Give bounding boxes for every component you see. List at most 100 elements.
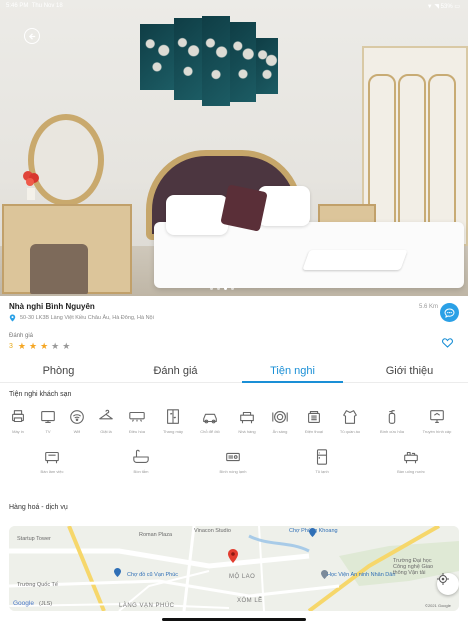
- photo-wall-painting: [230, 22, 256, 102]
- shop-pin-icon: [114, 568, 121, 577]
- amenity-label: Giặt là: [100, 429, 112, 434]
- water-heater-icon: [223, 448, 243, 466]
- home-indicator[interactable]: [162, 618, 306, 621]
- printer-icon: [8, 408, 28, 426]
- amenity-label: Truyền hình cáp: [422, 429, 452, 434]
- amenity-label: Tủ lạnh: [315, 469, 329, 474]
- services-title: Hàng hoá - dịch vụ: [9, 504, 68, 511]
- photo-wall-painting: [202, 16, 230, 106]
- map-label-cho-van-phuc: Chợ đồ cũ Vạn Phúc: [127, 572, 178, 578]
- amenity-item: Chỗ để ôtô: [190, 408, 230, 434]
- photo-cushion: [220, 184, 268, 232]
- amenity-label: Chỗ để ôtô: [200, 429, 220, 434]
- photo-stool: [30, 244, 88, 294]
- hotel-name: Nhà nghỉ Bình Nguyên: [9, 302, 95, 311]
- wardrobe-icon: [340, 408, 360, 426]
- carousel-dot[interactable]: [224, 287, 227, 290]
- map-label-mo-lao: MỘ LAO: [229, 574, 256, 580]
- photo-wall-painting: [256, 38, 278, 94]
- cable-tv-icon: [427, 408, 447, 426]
- chat-bubble-icon: [444, 307, 455, 318]
- restaurant-icon: [237, 408, 257, 426]
- map-label-xom-le: XÓM LỄ: [237, 598, 263, 604]
- map-label-hoc-vien: Học Viện An ninh Nhân Dân: [327, 572, 396, 578]
- map-copyright: ©2021 Google: [425, 603, 451, 608]
- carousel-dot[interactable]: [231, 287, 234, 290]
- carousel-dot[interactable]: [210, 287, 213, 290]
- map-label-startup-tower: Startup Tower: [17, 536, 51, 542]
- amenity-label: TV: [45, 429, 51, 434]
- star-icon: ★: [51, 341, 60, 351]
- rating-stars: 3 ★ ★ ★ ★ ★: [9, 342, 70, 351]
- favorite-heart-icon[interactable]: [441, 335, 454, 353]
- hotel-distance: 5.6 Km: [418, 304, 438, 310]
- map-label-roman-plaza: Roman Plaza: [139, 532, 173, 538]
- amenity-label: Ăn sáng: [272, 429, 288, 434]
- tv-icon: [38, 408, 58, 426]
- back-arrow-icon: [28, 32, 35, 40]
- school-pin-icon: [321, 570, 328, 579]
- amenity-item: Tủ quần áo: [330, 408, 370, 434]
- star-icon: ★: [28, 341, 38, 351]
- my-location-button[interactable]: [437, 573, 459, 595]
- map-label-lang-van-phuc: LÀNG VẠN PHÚC: [119, 603, 175, 609]
- hotel-address: 50-30 LK3B Làng Việt Kiều Châu Âu, Hà Đô…: [20, 315, 154, 321]
- tab-0[interactable]: Phòng: [0, 361, 117, 382]
- amenity-label: Nhà hàng: [238, 429, 256, 434]
- back-button[interactable]: [24, 28, 40, 44]
- amenity-item: Bình cứu hỏa: [372, 408, 412, 434]
- carousel-indicator[interactable]: [210, 287, 234, 290]
- tea-table-icon: [401, 448, 421, 466]
- map-attribution-short: (JLS): [39, 601, 53, 607]
- photo-pillow: [166, 195, 228, 235]
- breakfast-icon: [270, 408, 290, 426]
- amenities-row: Bàn làm việc Bồn tắm Bình nóng lạnh Tủ lạnh…: [0, 448, 468, 488]
- carousel-dot[interactable]: [217, 287, 220, 290]
- amenity-label: Bàn uống nước: [397, 469, 425, 474]
- amenity-item: Điện thoại: [294, 408, 334, 434]
- wifi-icon: [67, 408, 87, 426]
- hotel-photo[interactable]: 5:46 PM Thu Nov 18 ▼ ◥ 53% ▭: [0, 0, 468, 296]
- tab-2[interactable]: Tiện nghi: [234, 361, 351, 383]
- map-label-vinacon-studio: Vinacon Studio: [194, 528, 231, 534]
- status-battery: ▼ ◥ 53% ▭: [426, 4, 460, 10]
- status-bar: 5:46 PM Thu Nov 18 ▼ ◥ 53% ▭: [0, 0, 468, 14]
- tab-1[interactable]: Đánh giá: [117, 361, 234, 382]
- photo-towel: [302, 250, 408, 270]
- amenity-label: Bình nóng lạnh: [219, 469, 247, 474]
- amenity-item: Bồn tắm: [121, 448, 161, 474]
- amenity-item: Tủ lạnh: [302, 448, 342, 474]
- tab-bar: Phòng Đánh giá Tiện nghi Giới thiệu: [0, 361, 468, 383]
- amenity-item: Thang máy: [153, 408, 193, 434]
- amenities-row: Máy in TV Wifi Giặt là Điều hòa Thang máy Chỗ …: [0, 408, 468, 448]
- amenity-item: Bình nóng lạnh: [213, 448, 253, 474]
- amenity-item: Bàn uống nước: [391, 448, 431, 474]
- star-icon: ★: [62, 341, 71, 351]
- chat-button[interactable]: [440, 303, 459, 322]
- car-parking-icon: [200, 408, 220, 426]
- hanger-icon: [96, 408, 116, 426]
- amenity-label: Bàn làm việc: [40, 469, 64, 474]
- tab-3[interactable]: Giới thiệu: [351, 361, 468, 382]
- google-logo: Google: [13, 600, 34, 607]
- fridge-icon: [312, 448, 332, 466]
- photo-wardrobe: [362, 46, 468, 246]
- map-pin-icon[interactable]: [228, 549, 238, 563]
- location-map[interactable]: Startup Tower Roman Plaza Vinacon Studio…: [9, 526, 459, 611]
- amenity-label: Bình cứu hỏa: [379, 429, 405, 434]
- amenity-label: Thang máy: [162, 429, 183, 434]
- market-pin-icon: [309, 528, 316, 537]
- photo-wall-painting: [174, 18, 202, 100]
- amenity-item: Truyền hình cáp: [417, 408, 457, 434]
- amenity-label: Điều hòa: [128, 429, 145, 434]
- map-label-truong-quoc-te: Trường Quốc Tế: [17, 582, 58, 588]
- star-icon: ★: [40, 341, 49, 351]
- map-roads: [9, 526, 459, 611]
- crosshair-icon: [437, 573, 449, 585]
- amenity-label: Tủ quần áo: [339, 429, 361, 434]
- photo-flowers: [23, 171, 39, 200]
- map-label-truong-dai-hoc: Trường Đại học Công nghệ Giao thông Vận …: [393, 558, 434, 576]
- location-pin-icon: [9, 314, 16, 324]
- air-conditioner-icon: [127, 408, 147, 426]
- amenity-label: Máy in: [12, 429, 24, 434]
